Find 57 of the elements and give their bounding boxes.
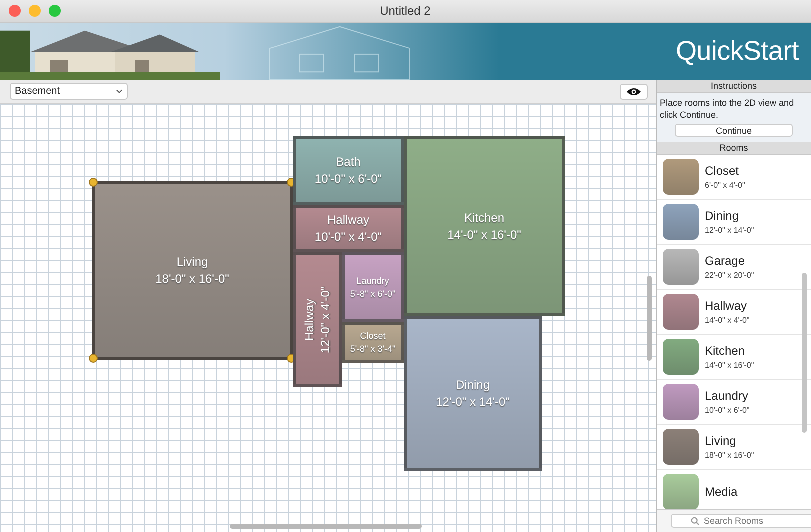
zoom-button[interactable] <box>49 5 61 17</box>
room-size: 22'-0" x 20'-0" <box>705 271 754 280</box>
room-name: Kitchen <box>464 210 505 224</box>
room-size: 10'-0" x 6'-0" <box>705 406 750 415</box>
room-size: 6'-0" x 4'-0" <box>705 181 746 190</box>
room-name: Garage <box>705 254 746 268</box>
room-size: 5'-8" x 3'-4" <box>350 344 396 354</box>
search-icon <box>691 517 700 526</box>
room-size: 12'-0" x 14'-0" <box>705 226 754 235</box>
room-name: Bath <box>336 155 361 169</box>
view-toggle-button[interactable] <box>620 84 648 100</box>
level-dropdown[interactable]: Basement <box>10 83 128 100</box>
room-size: 14'-0" x 4'-0" <box>705 316 750 325</box>
room-name: Living <box>176 255 208 269</box>
minimize-button[interactable] <box>29 5 41 17</box>
room-size: 18'-0" x 16'-0" <box>156 272 230 286</box>
section-header: Rooms <box>657 142 811 155</box>
app-title: QuickStart <box>676 36 799 67</box>
window-title: Untitled 2 <box>380 4 431 18</box>
room-size: 10'-0" x 4'-0" <box>314 230 382 244</box>
room-list-item[interactable]: Closet 6'-0" x 4'-0" <box>657 155 811 200</box>
room-size: 12'-0" x 14'-0" <box>436 395 510 409</box>
continue-button[interactable]: Continue <box>675 124 793 137</box>
room-name: Hallway <box>302 298 316 340</box>
room-list-item[interactable]: Living 18'-0" x 16'-0" <box>657 425 811 470</box>
room-name: Dining <box>705 209 740 223</box>
chevron-icon <box>116 89 123 94</box>
room-name: Kitchen <box>705 344 746 358</box>
section-header: Instructions <box>657 80 811 93</box>
room-name: Hallway <box>327 213 370 227</box>
scrollbar[interactable] <box>230 524 422 529</box>
room-size: 14'-0" x 16'-0" <box>448 228 522 242</box>
room-name: Closet <box>705 164 740 178</box>
room[interactable]: Hallway 10'-0" x 4'-0" <box>293 205 404 252</box>
scrollbar[interactable] <box>647 276 652 361</box>
room-name: Closet <box>360 331 386 341</box>
room-size: 14'-0" x 16'-0" <box>705 361 754 370</box>
resize-handle[interactable] <box>89 178 98 187</box>
scrollbar[interactable] <box>802 273 807 433</box>
room[interactable]: Living 18'-0" x 16'-0" <box>92 181 293 360</box>
room-name: Laundry <box>356 276 390 286</box>
room-name: Living <box>705 434 738 448</box>
eye-icon <box>626 86 642 96</box>
room-size: 12'-0" x 4'-0" <box>318 286 332 354</box>
room-name: Laundry <box>705 389 750 403</box>
room-size: 18'-0" x 16'-0" <box>705 451 754 460</box>
room-name: Hallway <box>705 299 748 313</box>
room-name: Media <box>705 485 738 499</box>
resize-handle[interactable] <box>89 354 98 363</box>
close-button[interactable] <box>9 5 21 17</box>
room-size: 5'-8" x 6'-0" <box>350 288 396 298</box>
room-size: 10'-0" x 6'-0" <box>314 172 382 186</box>
search-field[interactable]: Search Rooms <box>671 514 811 528</box>
room-name: Dining <box>456 378 490 392</box>
room-list-item[interactable]: Dining 12'-0" x 14'-0" <box>657 200 811 245</box>
instructions-text: Place rooms into the 2D view and click Continue. <box>660 97 796 121</box>
room-list-item[interactable]: Garage 22'-0" x 20'-0" <box>657 245 811 290</box>
